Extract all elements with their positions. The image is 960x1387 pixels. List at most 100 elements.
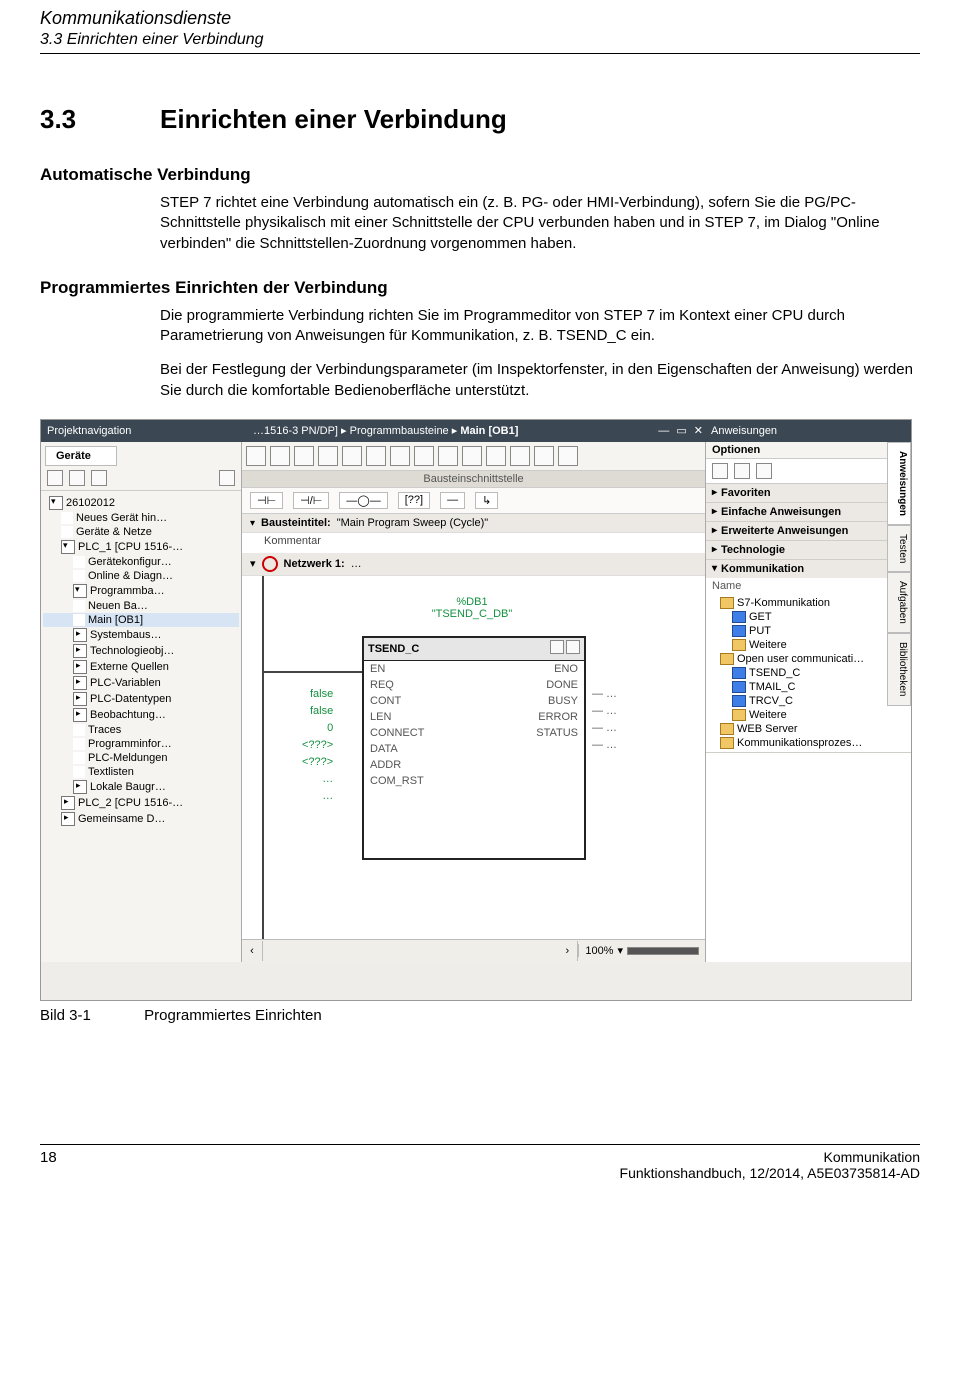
instruction-block-tsendc[interactable]: TSEND_C ENENOREQDONECONTBUSYLENERRORCONN… (362, 636, 586, 860)
running-header-sub: 3.3 Einrichten einer Verbindung (40, 31, 920, 54)
footer-doc-id: Funktionshandbuch, 12/2014, A5E03735814-… (620, 1165, 920, 1181)
accordion-kommunikation[interactable]: Kommunikation (706, 560, 911, 578)
lad-operator[interactable]: ⊣⊢ (250, 492, 283, 509)
tree-item[interactable]: Externe Quellen (43, 659, 239, 675)
section-number: 3.3 (40, 104, 160, 135)
page-number: 18 (40, 1149, 57, 1181)
tree-item[interactable]: Geräte & Netze (43, 525, 239, 539)
block-link-icon[interactable] (566, 640, 580, 654)
network-status-icon (262, 556, 278, 572)
subheading-prog: Programmiertes Einrichten der Verbindung (40, 278, 920, 298)
toolbar-icon[interactable] (510, 446, 530, 466)
nav-tool-icon[interactable] (69, 470, 85, 486)
figure-screenshot: PLC-Programmierung Projektnavigation …15… (40, 419, 912, 1001)
instruction-item[interactable]: GET (706, 610, 911, 624)
toolbar-icon[interactable] (390, 446, 410, 466)
lad-operators: ⊣⊢ ⊣/⊢ —◯— [??] — ↳ (242, 488, 705, 514)
editor-scrollbar[interactable]: ‹ › 100% ▾ (242, 939, 705, 962)
tree-item[interactable]: Neues Gerät hin… (43, 511, 239, 525)
tree-item[interactable]: PLC-Variablen (43, 675, 239, 691)
instruction-item[interactable]: TRCV_C (706, 694, 911, 708)
toolbar-icon[interactable] (486, 446, 506, 466)
accordion-header[interactable]: Favoriten (706, 484, 911, 502)
section-title: Einrichten einer Verbindung (160, 104, 507, 135)
accordion-header[interactable]: Erweiterte Anweisungen (706, 522, 911, 540)
instr-tool-icon[interactable] (734, 463, 750, 479)
tree-item[interactable]: PLC-Datentypen (43, 691, 239, 707)
lad-operator[interactable]: — (440, 492, 465, 509)
instr-col-header: Name (706, 578, 911, 594)
toolbar-icon[interactable] (366, 446, 386, 466)
toolbar-icon[interactable] (270, 446, 290, 466)
toolbar-icon[interactable] (342, 446, 362, 466)
tree-item[interactable]: Gemeinsame D… (43, 811, 239, 827)
tree-item[interactable]: Beobachtung… (43, 707, 239, 723)
tree-item[interactable]: PLC_1 [CPU 1516-… (43, 539, 239, 555)
zoom-control[interactable]: 100% ▾ (578, 944, 705, 957)
tree-item[interactable]: Systembaus… (43, 627, 239, 643)
figure-caption-num: Bild 3-1 (40, 1007, 140, 1024)
paragraph-prog-2: Bei der Festlegung der Verbindungsparame… (160, 360, 920, 401)
nav-tool-icon[interactable] (91, 470, 107, 486)
accordion-header[interactable]: Einfache Anweisungen (706, 503, 911, 521)
instruction-item[interactable]: WEB Server (706, 722, 911, 736)
bausteintitel-header[interactable]: Bausteintitel: "Main Program Sweep (Cycl… (242, 514, 705, 533)
block-config-icon[interactable] (550, 640, 564, 654)
instructions-panel: Optionen FavoritenEinfache AnweisungenEr… (706, 442, 911, 962)
tree-item[interactable]: Textlisten (43, 765, 239, 779)
panel-title-nav: Projektnavigation (41, 420, 247, 442)
accordion-header[interactable]: Technologie (706, 541, 911, 559)
tree-item[interactable]: PLC-Meldungen (43, 751, 239, 765)
tree-item[interactable]: Traces (43, 723, 239, 737)
nav-tool-icon[interactable] (47, 470, 63, 486)
instruction-item[interactable]: Kommunikationsprozes… (706, 736, 911, 750)
instruction-item[interactable]: Weitere (706, 708, 911, 722)
tree-item[interactable]: Neuen Ba… (43, 599, 239, 613)
lad-operator[interactable]: ↳ (475, 492, 498, 509)
program-editor: Bausteinschnittstelle ⊣⊢ ⊣/⊢ —◯— [??] — ↳ Bau… (242, 442, 706, 962)
instruction-item[interactable]: TMAIL_C (706, 680, 911, 694)
network-header[interactable]: ▾ Netzwerk 1: … (242, 553, 705, 576)
lad-operator[interactable]: ⊣/⊢ (293, 492, 329, 509)
side-tab[interactable]: Aufgaben (887, 572, 911, 633)
tree-item[interactable]: Programmba… (43, 583, 239, 599)
nav-tab-devices[interactable]: Geräte (45, 446, 117, 466)
lad-operator[interactable]: [??] (398, 492, 430, 509)
editor-breadcrumb[interactable]: …1516-3 PN/DP] ▸ Programmbausteine ▸ Mai… (247, 420, 705, 442)
instruction-item[interactable]: TSEND_C (706, 666, 911, 680)
running-header-title: Kommunikationsdienste (40, 8, 920, 29)
interface-header[interactable]: Bausteinschnittstelle (242, 471, 705, 488)
side-tab[interactable]: Testen (887, 525, 911, 572)
tree-item[interactable]: Technologieobj… (43, 643, 239, 659)
toolbar-icon[interactable] (294, 446, 314, 466)
toolbar-icon[interactable] (246, 446, 266, 466)
toolbar-icon[interactable] (558, 446, 578, 466)
tree-item[interactable]: Online & Diagn… (43, 569, 239, 583)
instruction-item[interactable]: Open user communicati… (706, 652, 911, 666)
tree-item[interactable]: PLC_2 [CPU 1516-… (43, 795, 239, 811)
instr-tool-icon[interactable] (756, 463, 772, 479)
instruction-item[interactable]: S7-Kommunikation (706, 596, 911, 610)
nav-tool-icon[interactable] (219, 470, 235, 486)
instruction-item[interactable]: PUT (706, 624, 911, 638)
tree-item[interactable]: Lokale Baugr… (43, 779, 239, 795)
tree-item[interactable]: Gerätekonfigur… (43, 555, 239, 569)
lad-operator[interactable]: —◯— (339, 492, 387, 509)
project-navigation: Geräte 26102012Neues Gerät hin…Geräte & … (41, 442, 242, 962)
figure-caption-text: Programmiertes Einrichten (144, 1007, 322, 1024)
tree-item[interactable]: 26102012 (43, 495, 239, 511)
db-label: %DB1 "TSEND_C_DB" (412, 596, 532, 620)
toolbar-icon[interactable] (318, 446, 338, 466)
tree-item[interactable]: Programminfor… (43, 737, 239, 751)
toolbar-icon[interactable] (414, 446, 434, 466)
toolbar-icon[interactable] (462, 446, 482, 466)
editor-toolbar (242, 442, 705, 471)
toolbar-icon[interactable] (438, 446, 458, 466)
toolbar-icon[interactable] (534, 446, 554, 466)
paragraph-prog-1: Die programmierte Verbindung richten Sie… (160, 306, 920, 347)
side-tab[interactable]: Bibliotheken (887, 633, 911, 705)
tree-item[interactable]: Main [OB1] (43, 613, 239, 627)
side-tab[interactable]: Anweisungen (887, 442, 911, 525)
instr-tool-icon[interactable] (712, 463, 728, 479)
instruction-item[interactable]: Weitere (706, 638, 911, 652)
